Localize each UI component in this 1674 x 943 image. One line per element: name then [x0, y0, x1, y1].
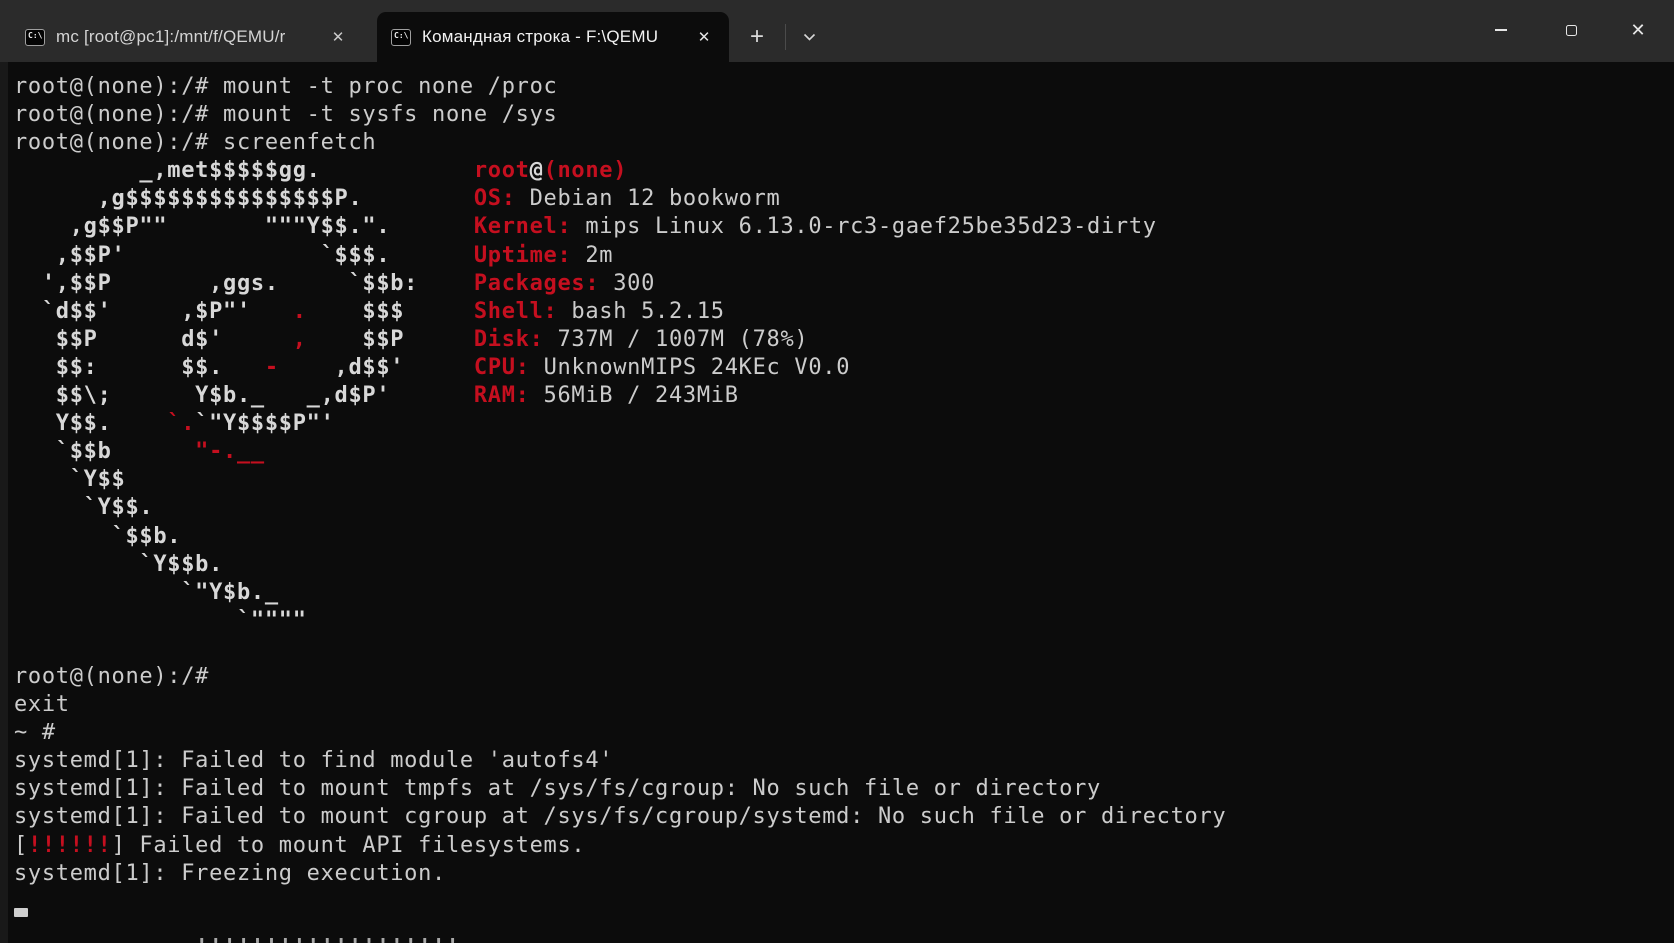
terminal-line: root@(none):/# screenfetch — [14, 129, 1674, 157]
cmd-icon-text: C:\ — [28, 31, 42, 40]
terminal-line: exit — [14, 691, 1674, 719]
clipped-bottom-line: !!!!!!!!!!!!!!!!!!! — [14, 938, 460, 943]
terminal-cursor — [14, 908, 28, 917]
scrollbar-gutter — [0, 62, 8, 943]
terminal-line: [!!!!!!] Failed to mount API filesystems… — [14, 832, 1674, 860]
terminal-line: `Y$$. — [14, 494, 1674, 522]
chevron-down-icon — [803, 33, 816, 41]
terminal-line: root@(none):/# mount -t sysfs none /sys — [14, 101, 1674, 129]
terminal-line: `Y$$b. — [14, 551, 1674, 579]
terminal-line: $$P d$' , $$P Disk: 737M / 1007M (78%) — [14, 326, 1674, 354]
terminal-line: $$\; Y$b._ _,d$P' RAM: 56MiB / 243MiB — [14, 382, 1674, 410]
cmd-icon: C:\ — [391, 29, 411, 46]
terminal-line: systemd[1]: Failed to mount tmpfs at /sy… — [14, 775, 1674, 803]
terminal-output: root@(none):/# mount -t proc none /procr… — [0, 62, 1674, 888]
tab-label: mc [root@pc1]:/mnt/f/QEMU/r — [56, 27, 311, 47]
close-button[interactable]: ✕ — [1614, 0, 1662, 60]
tab-dropdown-button[interactable] — [792, 19, 826, 55]
terminal-line: `"""" — [14, 607, 1674, 635]
terminal-line: _,met$$$$$gg. root@(none) — [14, 157, 1674, 185]
terminal-line: `Y$$ — [14, 466, 1674, 494]
terminal-line: `$$b. — [14, 523, 1674, 551]
maximize-button[interactable] — [1547, 0, 1595, 60]
terminal-line: `d$$' ,$P"' . $$$ Shell: bash 5.2.15 — [14, 298, 1674, 326]
tab-bar-divider — [785, 24, 786, 50]
tab-mc-session[interactable]: C:\ mc [root@pc1]:/mnt/f/QEMU/r ✕ — [11, 12, 363, 62]
terminal-line: ,g$$$$$$$$$$$$$$$P. OS: Debian 12 bookwo… — [14, 185, 1674, 213]
terminal-line — [14, 635, 1674, 663]
maximize-icon — [1566, 25, 1577, 36]
tab-label: Командная строка - F:\QEMU — [422, 27, 677, 47]
terminal-line: systemd[1]: Failed to find module 'autof… — [14, 747, 1674, 775]
terminal-line: systemd[1]: Freezing execution. — [14, 860, 1674, 888]
terminal-line: ',$$P ,ggs. `$$b: Packages: 300 — [14, 270, 1674, 298]
terminal-line: `$$b "-.__ — [14, 438, 1674, 466]
terminal-line: `"Y$b._ — [14, 579, 1674, 607]
tab-close-icon[interactable]: ✕ — [689, 22, 719, 52]
titlebar: C:\ mc [root@pc1]:/mnt/f/QEMU/r ✕ C:\ Ко… — [0, 0, 1674, 62]
terminal-line: Y$$. `.`"Y$$$$P"' — [14, 410, 1674, 438]
terminal-line: ,$$P' `$$$. Uptime: 2m — [14, 242, 1674, 270]
terminal-line: root@(none):/# mount -t proc none /proc — [14, 73, 1674, 101]
minimize-icon — [1495, 29, 1507, 31]
terminal-line: root@(none):/# — [14, 663, 1674, 691]
tab-close-icon[interactable]: ✕ — [323, 22, 353, 52]
terminal-line: ~ # — [14, 719, 1674, 747]
new-tab-button[interactable]: + — [739, 19, 775, 55]
cmd-icon-text: C:\ — [394, 31, 408, 40]
terminal-line: $$: $$. - ,d$$' CPU: UnknownMIPS 24KEc V… — [14, 354, 1674, 382]
terminal-line: systemd[1]: Failed to mount cgroup at /s… — [14, 803, 1674, 831]
terminal-window: C:\ mc [root@pc1]:/mnt/f/QEMU/r ✕ C:\ Ко… — [0, 0, 1674, 943]
terminal-screen[interactable]: root@(none):/# mount -t proc none /procr… — [0, 62, 1674, 943]
terminal-line: ,g$$P"" """Y$$.". Kernel: mips Linux 6.1… — [14, 213, 1674, 241]
clipped-text: !!!!!!!!!!!!!!!!!!! — [14, 938, 460, 943]
cmd-icon: C:\ — [25, 29, 45, 46]
tab-cmd-qemu[interactable]: C:\ Командная строка - F:\QEMU ✕ — [377, 12, 729, 62]
minimize-button[interactable] — [1477, 0, 1525, 60]
